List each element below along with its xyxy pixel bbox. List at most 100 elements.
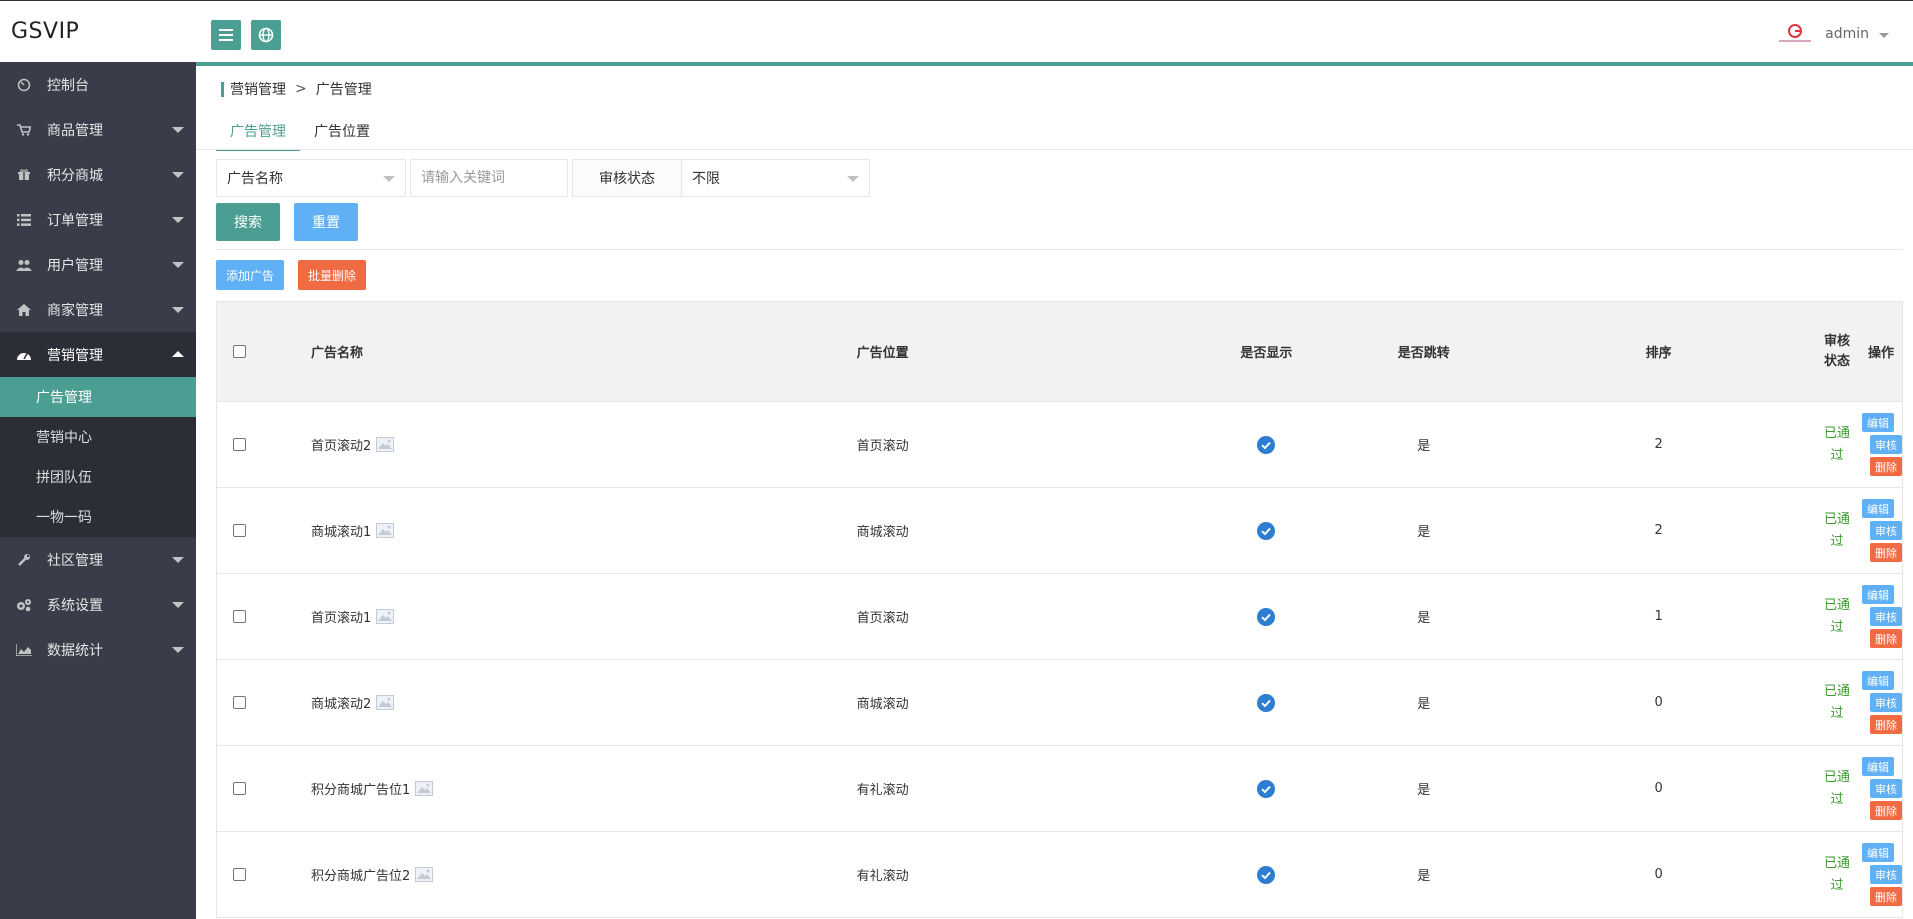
area-chart-icon xyxy=(16,642,32,658)
edit-button[interactable]: 编辑 xyxy=(1862,671,1894,690)
edit-button[interactable]: 编辑 xyxy=(1862,585,1894,604)
delete-button[interactable]: 删除 xyxy=(1870,543,1902,562)
avatar xyxy=(1775,23,1815,45)
breadcrumb-current: 广告管理 xyxy=(315,82,372,98)
ad-jump: 是 xyxy=(1417,697,1431,712)
ad-name: 商城滚动2 xyxy=(310,697,372,712)
chevron-up-icon xyxy=(172,351,184,357)
check-circle-icon xyxy=(1257,693,1276,712)
table-row: 首页滚动1 首页滚动 是 1 已通过 编辑 审核 删除 xyxy=(217,573,1902,659)
table-header: 广告名称 广告位置 是否显示 是否跳转 排序 审核状态 操作 xyxy=(217,302,1902,401)
delete-button[interactable]: 删除 xyxy=(1870,887,1902,906)
filter-bar: 广告名称 审核状态 不限 xyxy=(216,159,870,197)
breadcrumb-parent[interactable]: 营销管理 xyxy=(230,79,286,99)
list-icon xyxy=(16,212,32,228)
edit-button[interactable]: 编辑 xyxy=(1862,413,1894,432)
search-button[interactable]: 搜索 xyxy=(216,203,280,241)
sidebar-item-community[interactable]: 社区管理 xyxy=(0,537,196,582)
sidebar: 控制台 商品管理 积分商城 订单管理 用户管理 商家管理 营销管理 广告管理 营… xyxy=(0,62,196,919)
user-menu[interactable]: admin xyxy=(1775,23,1889,45)
image-icon[interactable] xyxy=(376,695,395,710)
image-icon[interactable] xyxy=(415,867,434,882)
batch-delete-button[interactable]: 批量删除 xyxy=(298,260,366,290)
table-row: 首页滚动2 首页滚动 是 2 已通过 编辑 审核 删除 xyxy=(217,401,1902,487)
sidebar-item-points-mall[interactable]: 积分商城 xyxy=(0,152,196,197)
chevron-down-icon xyxy=(847,176,859,182)
sidebar-item-statistics[interactable]: 数据统计 xyxy=(0,627,196,672)
add-ad-button[interactable]: 添加广告 xyxy=(216,260,284,290)
check-circle-icon xyxy=(1257,521,1276,540)
tab-bar: 广告管理 广告位置 xyxy=(216,113,384,151)
edit-button[interactable]: 编辑 xyxy=(1862,499,1894,518)
row-checkbox[interactable] xyxy=(233,782,246,795)
ad-sort: 0 xyxy=(1654,781,1663,796)
review-button[interactable]: 审核 xyxy=(1870,607,1902,626)
cart-icon xyxy=(16,122,32,138)
sidebar-item-merchants[interactable]: 商家管理 xyxy=(0,287,196,332)
sidebar-item-settings[interactable]: 系统设置 xyxy=(0,582,196,627)
review-button[interactable]: 审核 xyxy=(1870,693,1902,712)
image-icon[interactable] xyxy=(376,609,395,624)
globe-button[interactable] xyxy=(251,20,281,50)
check-circle-icon xyxy=(1257,435,1276,454)
check-circle-icon xyxy=(1257,779,1276,798)
sidebar-item-dashboard[interactable]: 控制台 xyxy=(0,62,196,107)
review-button[interactable]: 审核 xyxy=(1870,435,1902,454)
sidebar-subitem-ad-management[interactable]: 广告管理 xyxy=(0,377,196,417)
sidebar-item-orders[interactable]: 订单管理 xyxy=(0,197,196,242)
ad-jump: 是 xyxy=(1417,783,1431,798)
header-status: 审核状态 xyxy=(1824,333,1851,369)
delete-button[interactable]: 删除 xyxy=(1870,801,1902,820)
header-show: 是否显示 xyxy=(1240,346,1293,361)
table-row: 积分商城广告位2 有礼滚动 是 0 已通过 编辑 审核 删除 xyxy=(217,831,1902,917)
row-checkbox[interactable] xyxy=(233,524,246,537)
sidebar-subitem-one-item-one-code[interactable]: 一物一码 xyxy=(0,497,196,537)
sidebar-item-products[interactable]: 商品管理 xyxy=(0,107,196,152)
delete-button[interactable]: 删除 xyxy=(1870,629,1902,648)
image-icon[interactable] xyxy=(376,523,395,538)
tab-ad-management[interactable]: 广告管理 xyxy=(216,113,300,151)
dashboard-icon xyxy=(16,77,32,93)
ad-position: 商城滚动 xyxy=(856,697,909,712)
row-checkbox[interactable] xyxy=(233,868,246,881)
review-button[interactable]: 审核 xyxy=(1870,865,1902,884)
chevron-down-icon xyxy=(383,176,395,182)
chevron-down-icon xyxy=(172,262,184,268)
sidebar-item-marketing[interactable]: 营销管理 xyxy=(0,332,196,377)
table-row: 积分商城广告位1 有礼滚动 是 0 已通过 编辑 审核 删除 xyxy=(217,745,1902,831)
header-name: 广告名称 xyxy=(310,346,363,361)
header-position: 广告位置 xyxy=(856,346,909,361)
ad-name: 积分商城广告位1 xyxy=(310,783,411,798)
chevron-down-icon xyxy=(172,172,184,178)
edit-button[interactable]: 编辑 xyxy=(1862,757,1894,776)
sidebar-subitem-marketing-center[interactable]: 营销中心 xyxy=(0,417,196,457)
ad-status: 已通过 xyxy=(1824,425,1851,463)
row-checkbox[interactable] xyxy=(233,610,246,623)
row-checkbox[interactable] xyxy=(233,438,246,451)
ad-status: 已通过 xyxy=(1824,769,1851,807)
review-button[interactable]: 审核 xyxy=(1870,779,1902,798)
review-button[interactable]: 审核 xyxy=(1870,521,1902,540)
tab-ad-position[interactable]: 广告位置 xyxy=(300,113,384,151)
gift-icon xyxy=(16,167,32,183)
delete-button[interactable]: 删除 xyxy=(1870,715,1902,734)
header-ops: 操作 xyxy=(1867,346,1894,361)
sidebar-item-users[interactable]: 用户管理 xyxy=(0,242,196,287)
ad-sort: 1 xyxy=(1654,609,1663,624)
chevron-down-icon xyxy=(172,647,184,653)
status-select[interactable]: 不限 xyxy=(682,159,870,197)
check-circle-icon xyxy=(1257,865,1276,884)
field-select[interactable]: 广告名称 xyxy=(216,159,406,197)
edit-button[interactable]: 编辑 xyxy=(1862,843,1894,862)
select-all-checkbox[interactable] xyxy=(233,345,246,358)
table-body: 首页滚动2 首页滚动是 2 已通过 编辑 审核 删除 商城滚动1 商城滚动是 2 已通过 编辑 审核 删除… xyxy=(217,401,1902,917)
sidebar-subitem-group-teams[interactable]: 拼团队伍 xyxy=(0,457,196,497)
header-jump: 是否跳转 xyxy=(1397,346,1450,361)
keyword-input[interactable] xyxy=(410,159,568,197)
image-icon[interactable] xyxy=(376,437,395,452)
menu-toggle-button[interactable] xyxy=(211,20,241,50)
image-icon[interactable] xyxy=(415,781,434,796)
row-checkbox[interactable] xyxy=(233,696,246,709)
reset-button[interactable]: 重置 xyxy=(294,203,358,241)
delete-button[interactable]: 删除 xyxy=(1870,457,1902,476)
